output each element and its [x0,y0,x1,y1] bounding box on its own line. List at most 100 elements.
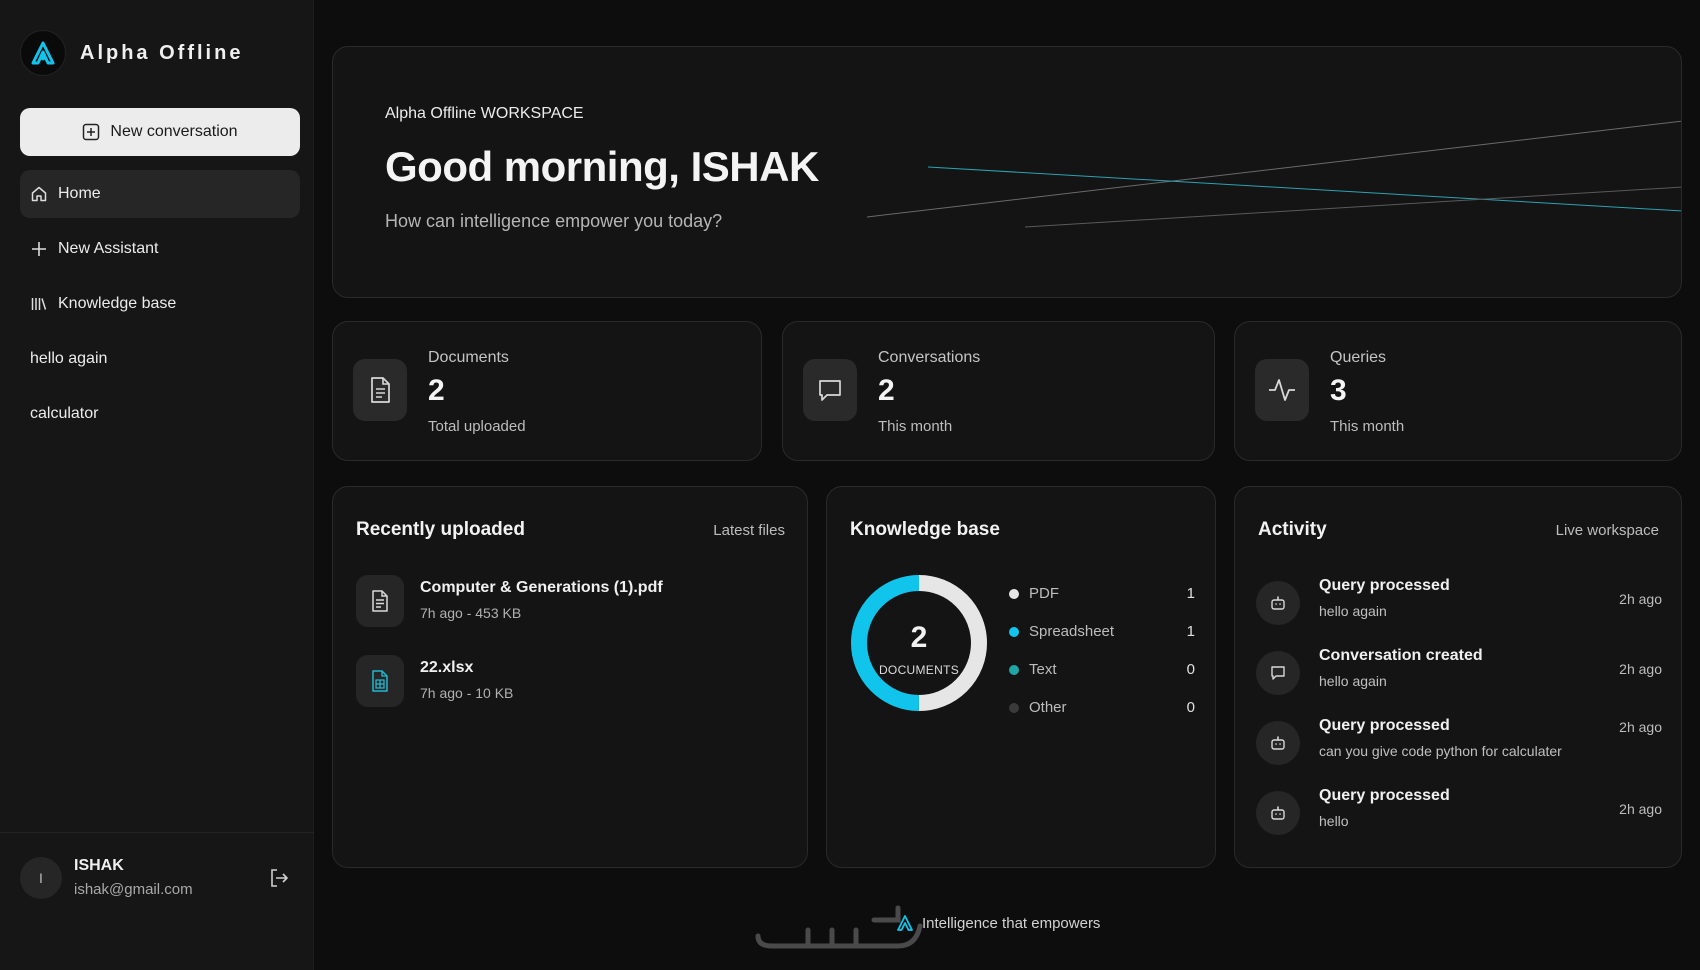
knowledge-base-panel: Knowledge base 2 DOCUMENTS PDF 1 Spreads… [826,486,1216,868]
legend-dot [1009,665,1019,675]
activity-title: Query processed [1319,787,1450,804]
activity-item[interactable]: Query processed hello 2h ago [1256,787,1662,843]
legend-value: 0 [1186,699,1195,716]
avatar[interactable]: I [20,857,62,899]
stat-value: 3 [1330,374,1347,407]
legend-item-pdf: PDF 1 [1009,583,1195,605]
activity-item[interactable]: Query processed can you give code python… [1256,717,1662,773]
sidebar-item-conversation[interactable]: hello again [20,335,300,383]
new-chat-icon [83,123,100,141]
sidebar-item-label: calculator [30,405,99,422]
activity-item[interactable]: Query processed hello again 2h ago [1256,577,1662,633]
stat-card-documents[interactable]: Documents 2 Total uploaded [332,321,762,461]
legend-value: 1 [1186,623,1195,640]
app-name: Alpha Offline [80,41,244,64]
tagline-text: Intelligence that empowers [922,914,1101,932]
file-meta: 7h ago - 10 KB [420,685,514,701]
activity-subtitle: can you give code python for calculater [1319,743,1562,759]
latest-files-link[interactable]: Latest files [713,522,785,539]
logout-icon [271,869,288,887]
panel-title: Activity [1258,519,1327,540]
activity-title: Query processed [1319,717,1450,734]
footer-tagline: Intelligence that empowers [896,914,1100,932]
user-panel: I ISHAK ishak@gmail.com [0,832,314,970]
new-conversation-button[interactable]: New conversation [20,108,300,156]
activity-subtitle: hello again [1319,603,1387,619]
activity-time: 2h ago [1619,719,1662,735]
live-workspace-label: Live workspace [1555,522,1659,539]
legend-value: 1 [1186,585,1195,602]
stat-card-conversations[interactable]: Conversations 2 This month [782,321,1215,461]
stat-value: 2 [428,374,445,407]
sidebar-item-label: hello again [30,350,108,367]
chat-icon [803,359,857,421]
workspace-label: Alpha Offline WORKSPACE [385,105,584,122]
legend-name: PDF [1029,585,1059,602]
stat-sub: This month [878,418,953,435]
user-name: ISHAK [74,857,124,874]
legend-dot [1009,589,1019,599]
sidebar-item-label: Knowledge base [58,295,177,312]
document-icon [356,575,404,627]
stat-sub: Total uploaded [428,418,526,435]
brand[interactable]: Alpha Offline [20,30,243,76]
activity-subtitle: hello again [1319,673,1387,689]
logout-button[interactable] [268,867,290,894]
home-icon [31,186,47,202]
library-icon [31,298,47,310]
sidebar-nav: Home New Assistant Knowledge base hello … [20,170,300,445]
greeting-subtitle: How can intelligence empower you today? [385,211,723,231]
legend-item-other: Other 0 [1009,697,1195,719]
activity-time: 2h ago [1619,591,1662,607]
legend-value: 0 [1186,661,1195,678]
file-item[interactable]: Computer & Generations (1).pdf 7h ago - … [356,575,776,631]
document-icon [353,359,407,421]
recently-uploaded-panel: Recently uploaded Latest files Computer … [332,486,808,868]
panel-title: Recently uploaded [356,519,525,540]
stat-label: Conversations [878,349,981,366]
robot-icon [1256,721,1300,765]
sidebar-item-knowledge-base[interactable]: Knowledge base [20,280,300,328]
legend-item-spreadsheet: Spreadsheet 1 [1009,621,1195,643]
legend-name: Text [1029,661,1057,678]
activity-subtitle: hello [1319,813,1349,829]
user-email: ishak@gmail.com [74,881,193,898]
sidebar: Alpha Offline New conversation Home New … [0,0,314,970]
spreadsheet-icon [356,655,404,707]
legend-dot [1009,627,1019,637]
activity-time: 2h ago [1619,661,1662,677]
robot-icon [1256,791,1300,835]
activity-icon [1255,359,1309,421]
file-name: 22.xlsx [420,659,474,676]
donut-total: 2 [910,621,928,654]
robot-icon [1256,581,1300,625]
chat-icon [1256,651,1300,695]
legend-dot [1009,703,1019,713]
sidebar-item-home[interactable]: Home [20,170,300,218]
plus-icon [32,242,46,256]
donut-label: DOCUMENTS [878,663,960,677]
stat-label: Documents [428,349,509,366]
file-meta: 7h ago - 453 KB [420,605,522,621]
stat-sub: This month [1330,418,1405,435]
stat-card-queries[interactable]: Queries 3 This month [1234,321,1682,461]
greeting-title: Good morning, ISHAK [385,143,819,190]
activity-title: Conversation created [1319,647,1483,664]
stat-label: Queries [1330,349,1387,366]
activity-item[interactable]: Conversation created hello again 2h ago [1256,647,1662,703]
sidebar-item-label: Home [58,185,101,202]
legend-name: Spreadsheet [1029,623,1115,640]
stat-value: 2 [878,374,895,407]
new-conversation-label: New conversation [110,123,238,140]
legend-name: Other [1029,699,1067,716]
file-item[interactable]: 22.xlsx 7h ago - 10 KB [356,655,776,711]
alpha-logo-icon [20,30,66,76]
sidebar-item-label: New Assistant [58,240,159,257]
legend-item-text: Text 0 [1009,659,1195,681]
sidebar-item-new-assistant[interactable]: New Assistant [20,225,300,273]
alpha-logo-icon [897,915,913,931]
sidebar-item-conversation[interactable]: calculator [20,390,300,438]
file-name: Computer & Generations (1).pdf [420,579,663,596]
activity-panel: Activity Live workspace Query processed … [1234,486,1682,868]
activity-title: Query processed [1319,577,1450,594]
